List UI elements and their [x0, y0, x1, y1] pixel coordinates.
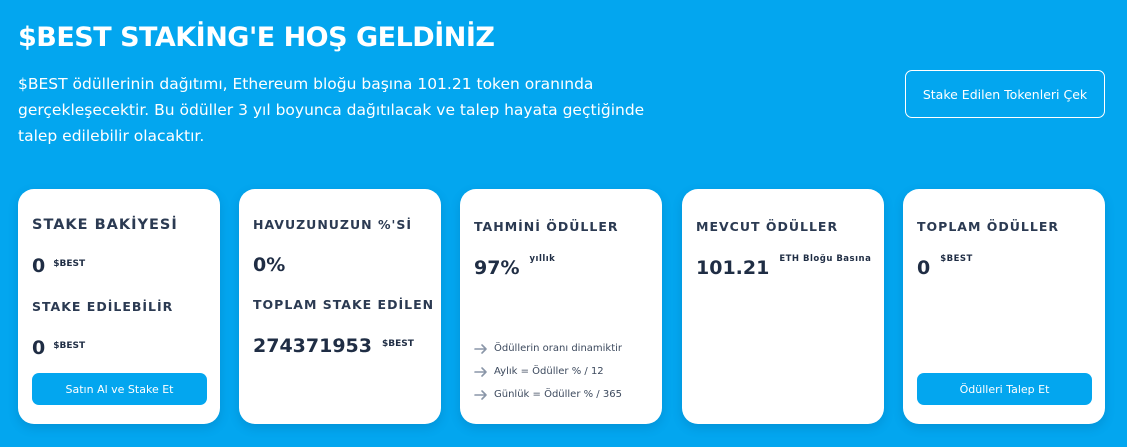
pool-share-value: 0% — [253, 254, 285, 276]
stakeable-unit: $BEST — [53, 341, 86, 351]
current-rewards-card: MEVCUT ÖDÜLLER 101.21 ETH Bloğu Basına — [682, 189, 884, 424]
reward-note: Ödüllerin oranı dinamiktir — [474, 337, 622, 360]
page-title: $BEST STAKİNG'E HOŞ GELDİNİZ — [18, 22, 495, 53]
intro-text: $BEST ödüllerinin dağıtımı, Ethereum blo… — [18, 75, 645, 145]
withdraw-staked-button[interactable]: Stake Edilen Tokenleri Çek — [905, 70, 1105, 118]
stake-balance-card: STAKE BAKİYESİ 0 $BEST STAKE EDİLEBİLİR … — [18, 189, 220, 424]
total-staked-unit: $BEST — [381, 339, 414, 349]
pool-share-card: HAVUZUNUZUN %'Sİ 0% TOPLAM STAKE EDİLEN … — [239, 189, 441, 424]
reward-note-text: Ödüllerin oranı dinamiktir — [494, 343, 623, 354]
current-rewards-amount: 101.21 — [696, 257, 770, 279]
estimated-rewards-amount: 97% — [474, 257, 520, 279]
estimated-rewards-card: TAHMİNİ ÖDÜLLER 97% yıllık Ödüllerin ora… — [460, 189, 662, 424]
total-rewards-unit: $BEST — [940, 254, 973, 264]
total-staked-amount: 274371953 — [253, 335, 372, 357]
arrow-right-icon — [474, 389, 487, 400]
reward-note: Günlük = Ödüller % / 365 — [474, 383, 622, 406]
stake-balance-value: 0 $BEST — [32, 255, 85, 277]
reward-note-text: Aylık = Ödüller % / 12 — [494, 366, 604, 377]
current-rewards-value: 101.21 ETH Bloğu Basına — [696, 254, 872, 279]
claim-rewards-button[interactable]: Ödülleri Talep Et — [917, 373, 1092, 405]
estimated-rewards-label: TAHMİNİ ÖDÜLLER — [474, 219, 619, 234]
arrow-right-icon — [474, 366, 487, 377]
stakeable-amount: 0 — [32, 337, 46, 359]
buy-and-stake-button[interactable]: Satın Al ve Stake Et — [32, 373, 207, 405]
reward-notes-list: Ödüllerin oranı dinamiktir Aylık = Ödüll… — [474, 337, 622, 406]
current-rewards-unit: ETH Bloğu Basına — [779, 254, 872, 264]
stakeable-label: STAKE EDİLEBİLİR — [32, 299, 174, 314]
stake-balance-unit: $BEST — [53, 259, 86, 269]
total-rewards-card: TOPLAM ÖDÜLLER 0 $BEST Ödülleri Talep Et — [903, 189, 1105, 424]
total-rewards-value: 0 $BEST — [917, 254, 973, 279]
total-staked-value: 274371953 $BEST — [253, 335, 414, 357]
total-staked-label: TOPLAM STAKE EDİLEN — [253, 297, 435, 312]
total-rewards-amount: 0 — [917, 257, 931, 279]
estimated-rewards-period: yıllık — [529, 254, 556, 264]
reward-note-text: Günlük = Ödüller % / 365 — [494, 389, 622, 400]
current-rewards-label: MEVCUT ÖDÜLLER — [696, 219, 839, 234]
pool-share-label: HAVUZUNUZUN %'Sİ — [253, 217, 412, 232]
stake-balance-amount: 0 — [32, 255, 46, 277]
estimated-rewards-value: 97% yıllık — [474, 254, 556, 279]
total-rewards-label: TOPLAM ÖDÜLLER — [917, 219, 1059, 234]
stakeable-value: 0 $BEST — [32, 337, 85, 359]
pool-share-amount: 0% — [253, 254, 286, 276]
reward-note: Aylık = Ödüller % / 12 — [474, 360, 622, 383]
stake-balance-label: STAKE BAKİYESİ — [32, 217, 178, 233]
arrow-right-icon — [474, 343, 487, 354]
